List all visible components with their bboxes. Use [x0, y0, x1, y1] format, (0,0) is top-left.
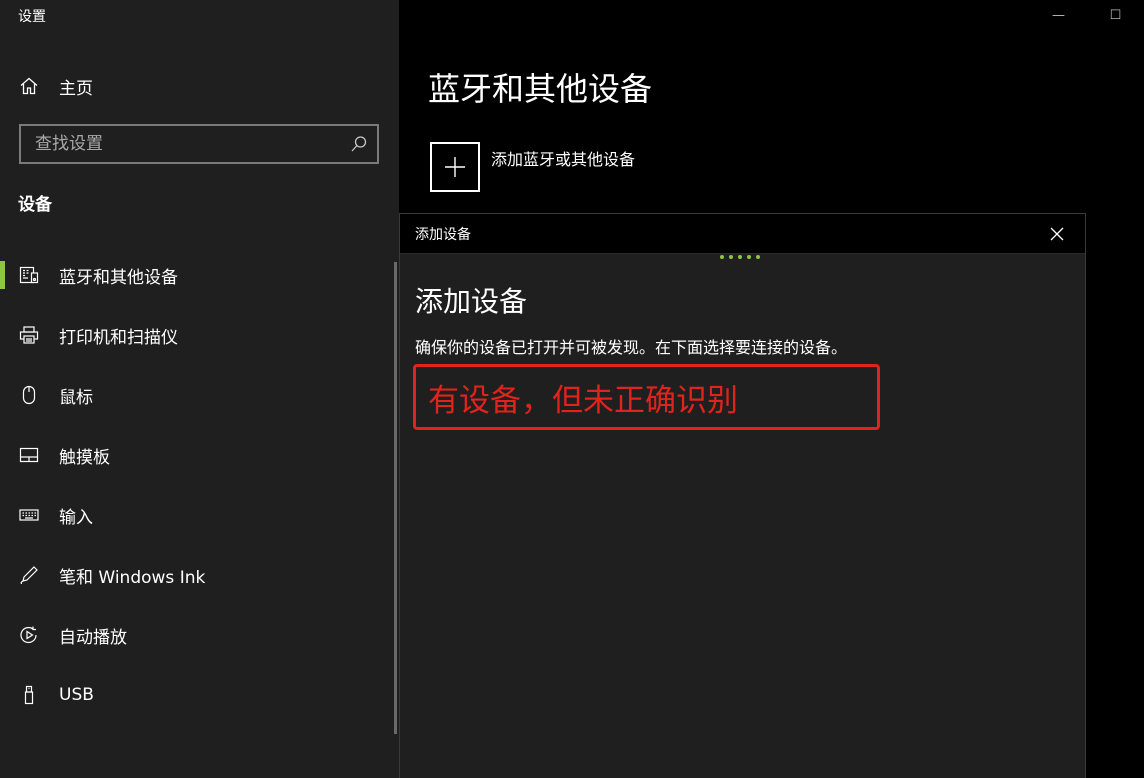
app-title: 设置 [18, 9, 46, 25]
progress-dot [756, 255, 760, 259]
sidebar-item-label: 蓝牙和其他设备 [59, 267, 178, 288]
sidebar-item-label: 自动播放 [59, 627, 127, 648]
pen-icon [18, 564, 40, 586]
sidebar-item-typing[interactable]: 输入 [0, 485, 394, 545]
add-device-button[interactable] [430, 142, 480, 192]
sidebar-item-label: USB [59, 685, 94, 705]
sidebar-item-autoplay[interactable]: 自动播放 [0, 605, 394, 665]
window-controls: — ☐ [1030, 0, 1144, 30]
progress-dot [747, 255, 751, 259]
minimize-button[interactable]: — [1030, 0, 1087, 30]
printer-icon [18, 324, 40, 346]
search-box [19, 124, 379, 164]
sidebar-item-label: 触摸板 [59, 447, 110, 468]
section-title: 设备 [18, 195, 52, 215]
dialog-title: 添加设备 [415, 285, 528, 318]
bluetooth-devices-icon [18, 264, 40, 286]
keyboard-icon [18, 504, 40, 526]
sidebar-item-touchpad[interactable]: 触摸板 [0, 425, 394, 485]
sidebar-item-label: 打印机和扫描仪 [59, 327, 178, 348]
plus-icon [445, 157, 465, 177]
home-icon [18, 75, 40, 97]
sidebar-item-pen[interactable]: 笔和 Windows Ink [0, 545, 394, 605]
page-title: 蓝牙和其他设备 [428, 70, 653, 108]
add-device-label[interactable]: 添加蓝牙或其他设备 [491, 146, 635, 170]
progress-dot [720, 255, 724, 259]
close-icon [1050, 227, 1064, 241]
annotation-box: 有设备，但未正确识别 [413, 364, 880, 430]
close-button[interactable] [1045, 222, 1069, 246]
search-input[interactable] [21, 134, 341, 154]
usb-icon [18, 684, 40, 706]
home-label: 主页 [59, 78, 93, 99]
add-device-dialog: 添加设备 添加设备 确保你的设备已打开并可被发现。在下面选择要连接的设备。 有设… [399, 213, 1086, 778]
sidebar-nav: 蓝牙和其他设备 打印机和扫描仪 鼠标 触摸板 输入 笔和 Windows Ink… [0, 245, 394, 725]
mouse-icon [18, 384, 40, 406]
sidebar-item-mouse[interactable]: 鼠标 [0, 365, 394, 425]
dialog-header: 添加设备 [400, 214, 1085, 254]
sidebar-item-label: 鼠标 [59, 387, 93, 408]
touchpad-icon [18, 444, 40, 466]
autoplay-icon [18, 624, 40, 646]
sidebar-item-label: 笔和 Windows Ink [59, 567, 206, 588]
progress-dot [729, 255, 733, 259]
maximize-icon: ☐ [1109, 7, 1122, 23]
home-nav-item[interactable]: 主页 [18, 72, 93, 100]
dialog-header-title: 添加设备 [415, 226, 471, 243]
sidebar: 设置 主页 设备 [0, 0, 399, 778]
sidebar-item-bluetooth[interactable]: 蓝牙和其他设备 [0, 245, 394, 305]
maximize-button[interactable]: ☐ [1087, 0, 1144, 30]
sidebar-scrollbar[interactable] [394, 262, 397, 734]
sidebar-item-label: 输入 [59, 507, 93, 528]
annotation-text: 有设备，但未正确识别 [428, 382, 738, 419]
dialog-description: 确保你的设备已打开并可被发现。在下面选择要连接的设备。 [415, 338, 848, 357]
minimize-icon: — [1052, 7, 1065, 23]
sidebar-item-printers[interactable]: 打印机和扫描仪 [0, 305, 394, 365]
search-icon[interactable] [341, 126, 377, 162]
progress-indicator [720, 255, 760, 259]
sidebar-item-usb[interactable]: USB [0, 665, 394, 725]
progress-dot [738, 255, 742, 259]
